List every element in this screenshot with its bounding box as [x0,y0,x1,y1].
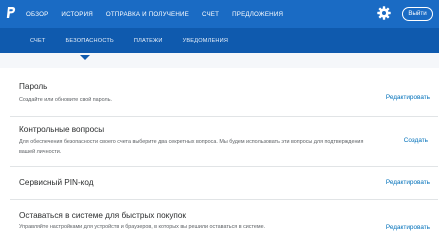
edit-pin-link[interactable]: Редактировать [386,179,430,186]
section-description: Для обеспечения безопасности своего счет… [19,139,364,155]
edit-stay-logged-in-link[interactable]: Редактировать [386,224,430,231]
paypal-logo[interactable] [6,6,16,21]
security-questions-section: Контрольные вопросы Для обеспечения безо… [0,125,439,161]
subnav-security[interactable]: БЕЗОПАСНОСТЬ [66,38,114,44]
section-description: Создайте или обновите свой пароль. [19,97,112,103]
stay-logged-in-section: Оставаться в системе для быстрых покупок… [0,211,439,239]
nav-send-receive[interactable]: ОТПРАВКА И ПОЛУЧЕНИЕ [106,11,189,18]
section-title: Оставаться в системе для быстрых покупок [19,211,186,220]
security-settings-card: Пароль Создайте или обновите свой пароль… [0,68,439,242]
subnav-notifications[interactable]: УВЕДОМЛЕНИЯ [183,38,229,44]
section-title: Сервисный PIN-код [19,178,94,187]
nav-overview[interactable]: ОБЗОР [26,11,48,18]
subnav-payments[interactable]: ПЛАТЕЖИ [134,38,163,44]
main-nav: ОБЗОР ИСТОРИЯ ОТПРАВКА И ПОЛУЧЕНИЕ СЧЕТ … [26,0,296,28]
create-questions-link[interactable]: Создать [404,137,428,144]
service-pin-section: Сервисный PIN-код Редактировать [0,178,439,192]
nav-offers[interactable]: ПРЕДЛОЖЕНИЯ [232,11,283,18]
section-description: Управляйте настройками для устройств и б… [19,224,266,230]
sub-nav: СЧЕТ БЕЗОПАСНОСТЬ ПЛАТЕЖИ УВЕДОМЛЕНИЯ [30,28,248,53]
password-section: Пароль Создайте или обновите свой пароль… [0,82,439,110]
gear-icon[interactable] [377,6,391,20]
divider [10,199,438,200]
divider [10,166,438,167]
nav-history[interactable]: ИСТОРИЯ [61,11,92,18]
section-title: Контрольные вопросы [19,125,105,134]
subnav-account[interactable]: СЧЕТ [30,38,46,44]
divider [10,116,438,117]
active-tab-caret [80,55,90,60]
sub-nav-bar: СЧЕТ БЕЗОПАСНОСТЬ ПЛАТЕЖИ УВЕДОМЛЕНИЯ [0,28,439,53]
edit-password-link[interactable]: Редактировать [386,94,430,101]
nav-account[interactable]: СЧЕТ [202,11,219,18]
section-title: Пароль [19,82,48,91]
top-nav-bar: ОБЗОР ИСТОРИЯ ОТПРАВКА И ПОЛУЧЕНИЕ СЧЕТ … [0,0,439,28]
logout-button[interactable]: Выйти [402,7,433,21]
